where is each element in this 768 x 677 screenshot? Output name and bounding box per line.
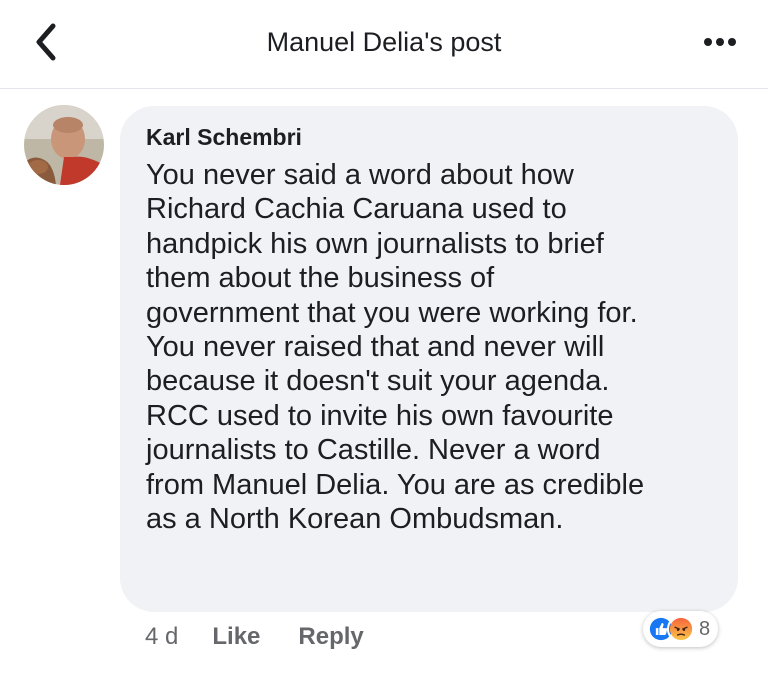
page-title: Manuel Delia's post bbox=[266, 27, 502, 57]
comment-text: You never said a word about how Richard … bbox=[146, 159, 645, 536]
top-bar: Manuel Delia's post bbox=[0, 0, 768, 89]
more-dots-icon bbox=[704, 38, 736, 46]
comment-bubble: Karl Schembri You never said a word abou… bbox=[120, 106, 738, 612]
comment-timestamp[interactable]: 4 d bbox=[145, 623, 178, 651]
reactions-summary[interactable]: 8 bbox=[643, 611, 719, 647]
comment-actions: 4 d Like Reply bbox=[145, 622, 364, 652]
profile-photo bbox=[24, 105, 104, 185]
reaction-count: 8 bbox=[699, 618, 711, 640]
reply-button[interactable]: Reply bbox=[298, 623, 363, 651]
avatar[interactable] bbox=[24, 105, 104, 185]
more-options-button[interactable] bbox=[700, 30, 740, 54]
comment-author[interactable]: Karl Schembri bbox=[146, 122, 302, 152]
like-button[interactable]: Like bbox=[212, 623, 260, 651]
angry-reaction-icon bbox=[667, 615, 695, 643]
